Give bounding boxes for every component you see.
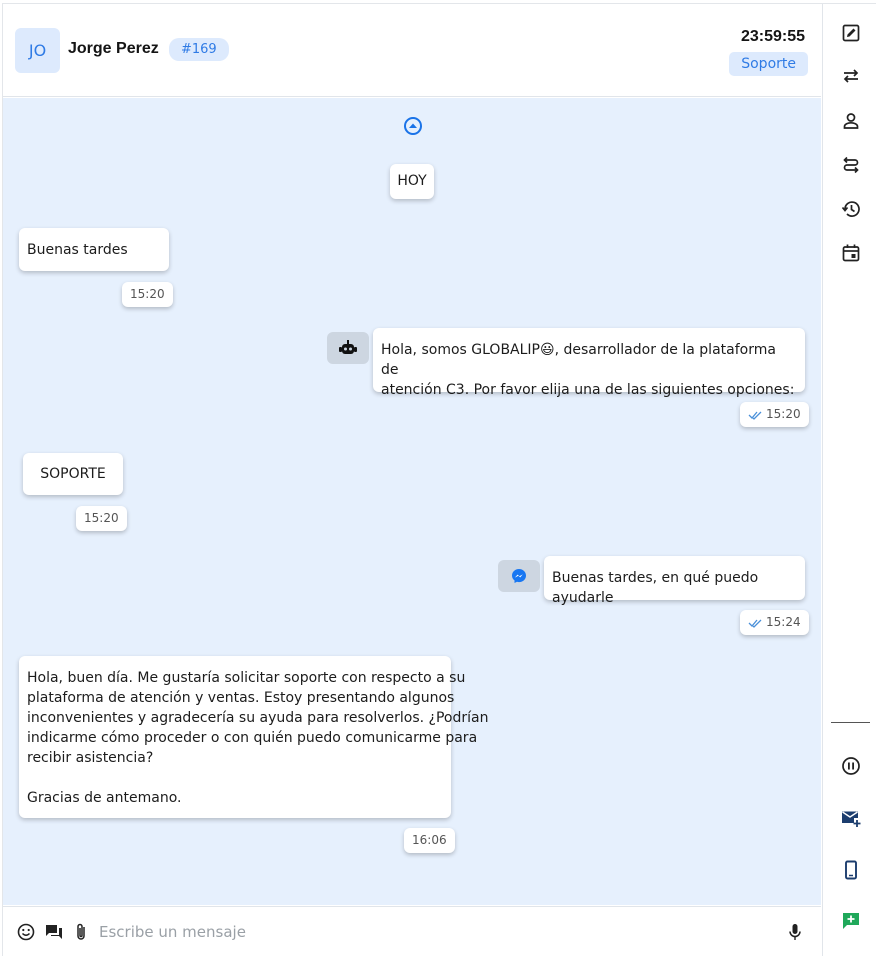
date-divider-label: HOY bbox=[397, 173, 427, 189]
message-line: Gracias de antemano. bbox=[27, 790, 182, 806]
ticket-badge: #169 bbox=[169, 38, 229, 61]
chat-header: JO Jorge Perez #169 23:59:55 Soporte bbox=[3, 4, 821, 97]
message-line: indicarme cómo proceder o con quién pued… bbox=[27, 730, 478, 746]
message-time-label: 15:20 bbox=[766, 407, 801, 421]
message-text: Buenas tardes, en qué puedo ayudarle bbox=[552, 570, 759, 606]
quick-replies-icon[interactable] bbox=[44, 922, 64, 942]
messenger-channel-badge bbox=[498, 560, 540, 592]
message-line: inconvenientes y agradecería su ayuda pa… bbox=[27, 710, 489, 726]
add-chat-icon[interactable] bbox=[840, 910, 862, 932]
calendar-icon[interactable] bbox=[840, 242, 862, 264]
bot-icon bbox=[339, 340, 357, 354]
messenger-icon bbox=[512, 569, 526, 583]
message-time: 15:24 bbox=[740, 610, 809, 635]
message-time-label: 15:20 bbox=[84, 511, 119, 525]
message-text: Buenas tardes bbox=[27, 242, 128, 258]
route-icon[interactable] bbox=[840, 154, 862, 176]
emoji-icon[interactable] bbox=[16, 922, 36, 942]
avatar[interactable]: JO bbox=[15, 28, 60, 73]
history-icon[interactable] bbox=[840, 198, 862, 220]
smiley-emoji: 😃 bbox=[540, 342, 555, 358]
message-bubble-incoming: Buenas tardes bbox=[19, 228, 169, 271]
message-bubble-outgoing: Hola, somos GLOBALIP😃, desarrollador de … bbox=[373, 328, 805, 398]
bot-channel-badge bbox=[327, 332, 369, 364]
message-time-label: 16:06 bbox=[412, 833, 447, 847]
queue-badge: Soporte bbox=[729, 52, 808, 76]
double-check-icon bbox=[748, 619, 762, 628]
message-line bbox=[27, 768, 443, 788]
message-time-label: 15:24 bbox=[766, 615, 801, 629]
message-line: Hola, buen día. Me gustaría solicitar so… bbox=[27, 670, 466, 686]
message-time-label: 15:20 bbox=[130, 287, 165, 301]
person-icon[interactable] bbox=[840, 110, 862, 132]
mail-add-icon[interactable] bbox=[840, 807, 862, 829]
action-toolbar bbox=[822, 4, 876, 956]
toolbar-divider bbox=[831, 722, 870, 723]
message-text: Hola, somos GLOBALIP bbox=[381, 342, 540, 358]
message-composer bbox=[3, 906, 821, 956]
message-text: SOPORTE bbox=[40, 466, 106, 482]
date-divider: HOY bbox=[390, 164, 434, 199]
transfer-icon[interactable] bbox=[840, 65, 862, 87]
phone-icon[interactable] bbox=[840, 859, 862, 881]
edit-icon[interactable] bbox=[840, 22, 862, 44]
message-time: 15:20 bbox=[76, 506, 127, 531]
attach-icon[interactable] bbox=[71, 922, 91, 942]
message-bubble-incoming: SOPORTE bbox=[23, 453, 123, 495]
load-more-icon[interactable] bbox=[403, 116, 423, 136]
message-input[interactable] bbox=[99, 921, 759, 943]
message-line: Hola, somos GLOBALIP😃, desarrollador de … bbox=[381, 340, 797, 380]
contact-name: Jorge Perez bbox=[68, 40, 159, 57]
message-line: atención C3. Por favor elija una de las … bbox=[381, 382, 795, 398]
message-line: recibir asistencia? bbox=[27, 750, 154, 766]
message-bubble-incoming: Hola, buen día. Me gustaría solicitar so… bbox=[19, 656, 489, 818]
message-time: 15:20 bbox=[740, 402, 809, 427]
session-timer: 23:59:55 bbox=[740, 28, 805, 45]
message-bubble-outgoing: Buenas tardes, en qué puedo ayudarle bbox=[544, 556, 805, 606]
chat-area[interactable]: HOY Buenas tardes 15:20 Hola, somos GLOB… bbox=[3, 98, 821, 905]
pause-icon[interactable] bbox=[840, 755, 862, 777]
message-time: 16:06 bbox=[404, 828, 455, 853]
message-line: plataforma de atención y ventas. Estoy p… bbox=[27, 690, 455, 706]
microphone-icon[interactable] bbox=[785, 922, 805, 942]
double-check-icon bbox=[748, 411, 762, 420]
message-time: 15:20 bbox=[122, 282, 173, 307]
